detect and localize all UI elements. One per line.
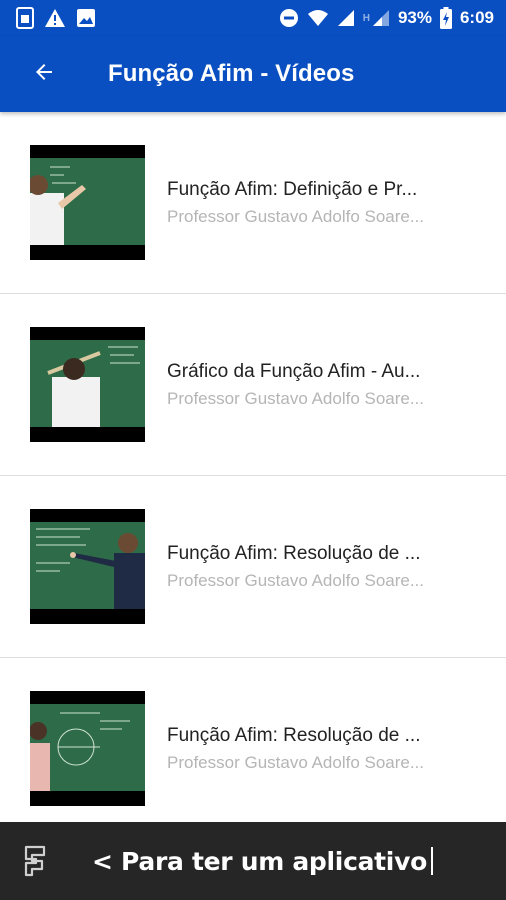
video-info: Função Afim: Resolução de ... Professor …: [167, 723, 463, 775]
video-thumbnail: [30, 691, 145, 806]
wifi-icon: [307, 9, 329, 27]
image-icon: [76, 8, 96, 28]
signal-icon: [337, 9, 355, 27]
video-list-item[interactable]: Função Afim: Definição e Pr... Professor…: [0, 112, 506, 294]
system-icons: H 93% 6:09: [279, 7, 494, 29]
sim-card-icon: [16, 7, 34, 29]
clock: 6:09: [459, 8, 494, 27]
app-builder-logo-icon: [22, 843, 48, 879]
promo-banner-label: < Para ter um aplicativo: [92, 846, 427, 876]
network-type-label: H: [362, 13, 370, 24]
video-author: Professor Gustavo Adolfo Soare...: [167, 388, 425, 408]
video-author: Professor Gustavo Adolfo Soare...: [167, 752, 425, 772]
promo-banner-text: < Para ter um aplicativo: [92, 846, 433, 876]
video-list: Função Afim: Definição e Pr... Professor…: [0, 112, 506, 840]
battery-percent: 93%: [397, 8, 432, 27]
battery-charging-icon: [439, 7, 452, 29]
video-info: Gráfico da Função Afim - Au... Professor…: [167, 359, 463, 411]
promo-banner[interactable]: < Para ter um aplicativo: [0, 822, 506, 900]
video-title: Gráfico da Função Afim - Au...: [167, 360, 421, 382]
notification-icons: [16, 7, 96, 29]
status-bar: H 93% 6:09: [0, 0, 506, 36]
do-not-disturb-icon: [279, 8, 299, 28]
video-list-item[interactable]: Função Afim: Resolução de ... Professor …: [0, 476, 506, 658]
arrow-back-icon: [32, 60, 56, 89]
video-list-item[interactable]: Função Afim: Resolução de ... Professor …: [0, 658, 506, 840]
back-button[interactable]: [14, 36, 74, 112]
video-author: Professor Gustavo Adolfo Soare...: [167, 570, 425, 590]
video-author: Professor Gustavo Adolfo Soare...: [167, 206, 425, 226]
video-thumbnail: [30, 509, 145, 624]
warning-icon: [44, 8, 66, 28]
video-thumbnail: [30, 145, 145, 260]
video-title: Função Afim: Resolução de ...: [167, 724, 421, 746]
page-title: Função Afim - Vídeos: [108, 60, 355, 87]
video-title: Função Afim: Definição e Pr...: [167, 178, 418, 200]
text-cursor: [430, 846, 433, 875]
video-list-item[interactable]: Gráfico da Função Afim - Au... Professor…: [0, 294, 506, 476]
video-info: Função Afim: Resolução de ... Professor …: [167, 541, 463, 593]
video-info: Função Afim: Definição e Pr... Professor…: [167, 177, 463, 229]
app-bar: Função Afim - Vídeos: [0, 36, 506, 112]
signal-secondary-icon: [372, 9, 390, 27]
video-title: Função Afim: Resolução de ...: [167, 542, 421, 564]
video-thumbnail: [30, 327, 145, 442]
